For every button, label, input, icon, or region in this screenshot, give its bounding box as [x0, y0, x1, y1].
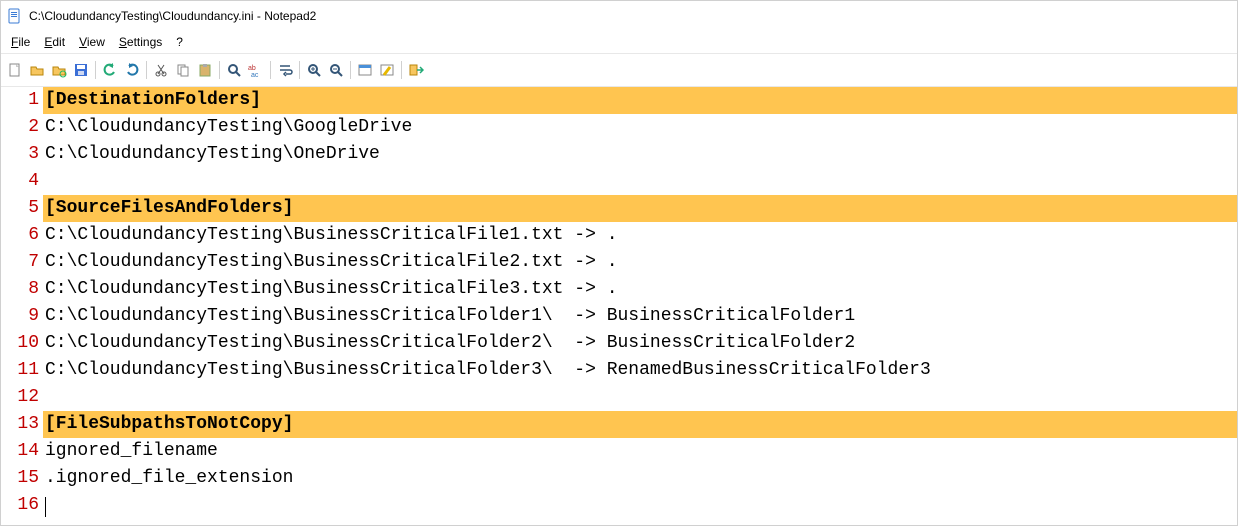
editor-area[interactable]: 1[DestinationFolders]2C:\CloudundancyTes…: [1, 87, 1237, 525]
code-text[interactable]: ignored_filename: [43, 438, 1237, 465]
code-text[interactable]: C:\CloudundancyTesting\BusinessCriticalF…: [43, 249, 1237, 276]
line-number: 6: [1, 222, 43, 249]
line-number: 3: [1, 141, 43, 168]
line-number: 13: [1, 411, 43, 438]
toolbar-separator: [270, 61, 271, 79]
editor-line[interactable]: 1[DestinationFolders]: [1, 87, 1237, 114]
toolbar-separator: [350, 61, 351, 79]
paste-icon[interactable]: [195, 60, 215, 80]
code-text[interactable]: .ignored_file_extension: [43, 465, 1237, 492]
customize-icon[interactable]: [377, 60, 397, 80]
menu-file[interactable]: File: [5, 33, 36, 51]
editor-line[interactable]: 9C:\CloudundancyTesting\BusinessCritical…: [1, 303, 1237, 330]
editor-line[interactable]: 6C:\CloudundancyTesting\BusinessCritical…: [1, 222, 1237, 249]
scheme-icon[interactable]: [355, 60, 375, 80]
editor-line[interactable]: 15.ignored_file_extension: [1, 465, 1237, 492]
code-text[interactable]: C:\CloudundancyTesting\BusinessCriticalF…: [43, 222, 1237, 249]
wordwrap-icon[interactable]: [275, 60, 295, 80]
undo-icon[interactable]: [100, 60, 120, 80]
menu-view[interactable]: View: [73, 33, 111, 51]
toolbar-separator: [299, 61, 300, 79]
toolbar-separator: [401, 61, 402, 79]
code-text[interactable]: C:\CloudundancyTesting\OneDrive: [43, 141, 1237, 168]
section-header[interactable]: [DestinationFolders]: [43, 87, 1237, 114]
editor-line[interactable]: 12: [1, 384, 1237, 411]
zoom-in-icon[interactable]: [304, 60, 324, 80]
line-number: 11: [1, 357, 43, 384]
toolbar-separator: [146, 61, 147, 79]
copy-icon[interactable]: [173, 60, 193, 80]
editor-line[interactable]: 5[SourceFilesAndFolders]: [1, 195, 1237, 222]
code-text[interactable]: C:\CloudundancyTesting\BusinessCriticalF…: [43, 357, 1237, 384]
code-text[interactable]: C:\CloudundancyTesting\BusinessCriticalF…: [43, 276, 1237, 303]
editor-line[interactable]: 16: [1, 492, 1237, 519]
toolbar-separator: [95, 61, 96, 79]
browse-icon[interactable]: [49, 60, 69, 80]
svg-text:ac: ac: [251, 72, 259, 78]
cut-icon[interactable]: [151, 60, 171, 80]
line-number: 16: [1, 492, 43, 519]
zoom-out-icon[interactable]: [326, 60, 346, 80]
code-text[interactable]: C:\CloudundancyTesting\GoogleDrive: [43, 114, 1237, 141]
redo-icon[interactable]: [122, 60, 142, 80]
titlebar: C:\CloudundancyTesting\Cloudundancy.ini …: [1, 1, 1237, 31]
line-number: 2: [1, 114, 43, 141]
open-file-icon[interactable]: [27, 60, 47, 80]
new-file-icon[interactable]: [5, 60, 25, 80]
toolbar: abac: [1, 54, 1237, 87]
save-icon[interactable]: [71, 60, 91, 80]
line-number: 14: [1, 438, 43, 465]
line-number: 9: [1, 303, 43, 330]
editor-line[interactable]: 13[FileSubpathsToNotCopy]: [1, 411, 1237, 438]
editor-line[interactable]: 2C:\CloudundancyTesting\GoogleDrive: [1, 114, 1237, 141]
menu-settings[interactable]: Settings: [113, 33, 168, 51]
code-text[interactable]: [43, 492, 1237, 519]
exit-icon[interactable]: [406, 60, 426, 80]
replace-icon[interactable]: abac: [246, 60, 266, 80]
toolbar-separator: [219, 61, 220, 79]
line-number: 1: [1, 87, 43, 114]
menu-help[interactable]: ?: [170, 33, 189, 51]
app-icon: [7, 8, 23, 24]
find-icon[interactable]: [224, 60, 244, 80]
menubar: File Edit View Settings ?: [1, 31, 1237, 54]
line-number: 4: [1, 168, 43, 195]
line-number: 5: [1, 195, 43, 222]
editor-line[interactable]: 4: [1, 168, 1237, 195]
line-number: 15: [1, 465, 43, 492]
section-header[interactable]: [FileSubpathsToNotCopy]: [43, 411, 1237, 438]
editor-line[interactable]: 8C:\CloudundancyTesting\BusinessCritical…: [1, 276, 1237, 303]
line-number: 7: [1, 249, 43, 276]
editor-line[interactable]: 14ignored_filename: [1, 438, 1237, 465]
line-number: 10: [1, 330, 43, 357]
window: C:\CloudundancyTesting\Cloudundancy.ini …: [0, 0, 1238, 526]
svg-text:ab: ab: [248, 65, 256, 72]
line-number: 12: [1, 384, 43, 411]
window-title: C:\CloudundancyTesting\Cloudundancy.ini …: [29, 9, 316, 23]
code-text[interactable]: C:\CloudundancyTesting\BusinessCriticalF…: [43, 330, 1237, 357]
line-number: 8: [1, 276, 43, 303]
text-caret: [45, 497, 46, 517]
editor-line[interactable]: 10C:\CloudundancyTesting\BusinessCritica…: [1, 330, 1237, 357]
editor-line[interactable]: 3C:\CloudundancyTesting\OneDrive: [1, 141, 1237, 168]
editor-line[interactable]: 11C:\CloudundancyTesting\BusinessCritica…: [1, 357, 1237, 384]
code-text[interactable]: C:\CloudundancyTesting\BusinessCriticalF…: [43, 303, 1237, 330]
section-header[interactable]: [SourceFilesAndFolders]: [43, 195, 1237, 222]
menu-edit[interactable]: Edit: [38, 33, 71, 51]
editor-line[interactable]: 7C:\CloudundancyTesting\BusinessCritical…: [1, 249, 1237, 276]
